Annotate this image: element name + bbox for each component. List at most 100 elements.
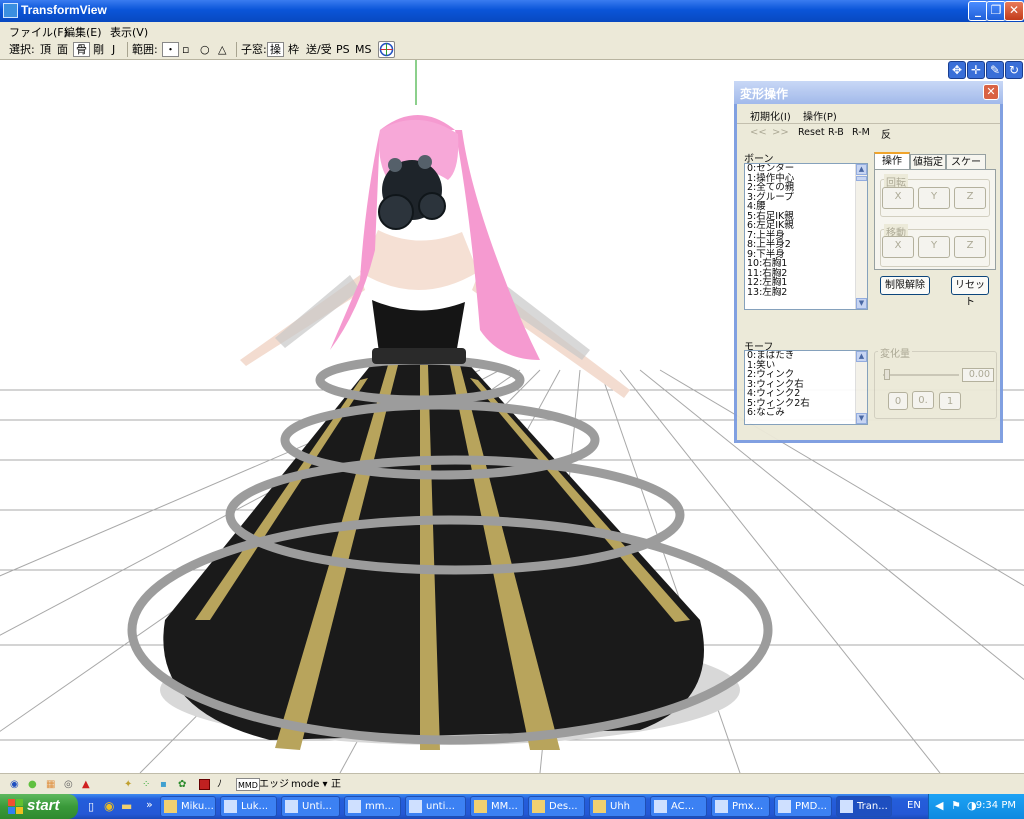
taskbar-item[interactable]: Pmx... (711, 796, 770, 817)
move-y-button[interactable]: Y (918, 236, 950, 258)
amount-value[interactable]: 0.00 (962, 368, 994, 382)
select-joint-button[interactable]: J (112, 42, 115, 57)
taskbar-item-label: Luk... (241, 801, 269, 812)
preset-0-button[interactable]: 0 (888, 392, 908, 410)
triangle-icon[interactable]: ▲ (82, 778, 90, 791)
range-point-button[interactable]: ・ (162, 42, 179, 57)
start-button[interactable]: start (0, 794, 78, 819)
task-app-icon (285, 800, 298, 813)
child-transform-button[interactable]: 操 (267, 42, 284, 57)
transform-dialog: 変形操作 ✕ 初期化(I) 操作(P) << >> Reset R-B R-M … (734, 81, 1003, 443)
limit-release-button[interactable]: 制限解除 (880, 276, 930, 295)
select-bone-button[interactable]: 骨 (73, 42, 90, 57)
bone-display-icon[interactable]: ✦ (124, 778, 132, 791)
tab-operation[interactable]: 操作 (874, 152, 910, 169)
maximize-button[interactable]: ❐ (986, 1, 1006, 21)
texture-icon[interactable]: ▦ (46, 778, 55, 791)
range-rect-button[interactable]: ▫ (182, 42, 189, 57)
bone-list[interactable]: 0:センター 1:操作中心 2:全ての親 3:グループ 4:腰 5:右足IK親 6:左足IK… (744, 163, 868, 310)
n-icon[interactable]: ﾉ (217, 778, 222, 791)
taskbar-item[interactable]: Uhh (589, 796, 646, 817)
globe-icon[interactable] (378, 41, 395, 58)
move-x-button[interactable]: X (882, 236, 914, 258)
menu-file[interactable]: ファイル(F) (9, 24, 68, 40)
start-label: start (27, 797, 60, 814)
amount-slider[interactable] (883, 374, 959, 376)
preset-1-button[interactable]: 1 (939, 392, 961, 410)
reset-bone-button[interactable]: R-B (828, 127, 844, 138)
reset-values-button[interactable]: リセット (951, 276, 989, 308)
taskbar-item[interactable]: Miku... (160, 796, 216, 817)
quicklaunch-icon[interactable]: ▯ (88, 800, 94, 813)
taskbar-item[interactable]: MM... (470, 796, 524, 817)
light-icon[interactable]: ● (28, 778, 37, 791)
taskbar-item[interactable]: AC... (650, 796, 707, 817)
ik-icon[interactable]: ⁘ (142, 778, 150, 791)
folder-icon[interactable]: ▬ (121, 799, 132, 813)
morph-list-scrollbar[interactable]: ▲ ▼ (855, 351, 867, 424)
edge-label[interactable]: エッジ (259, 778, 289, 791)
view-pen-icon[interactable]: ✎ (986, 61, 1004, 79)
rotate-x-button[interactable]: X (882, 187, 914, 209)
more-icon[interactable]: » (146, 798, 153, 811)
select-face-button[interactable]: 面 (57, 42, 68, 57)
dialog-menu-init[interactable]: 初期化(I) (750, 108, 791, 123)
prev-bone-button[interactable]: << (750, 127, 767, 138)
child-sendrecv-button[interactable]: 送/受 (306, 42, 332, 57)
minimize-button[interactable]: _ (968, 1, 988, 21)
child-frame-button[interactable]: 枠 (288, 42, 299, 57)
tab-value[interactable]: 値指定 (910, 154, 946, 169)
vertex-icon[interactable]: ◉ (10, 778, 19, 791)
dialog-menu-operation[interactable]: 操作(P) (803, 108, 837, 123)
task-app-icon (348, 800, 361, 813)
reset-button[interactable]: Reset (798, 127, 825, 138)
taskbar-item[interactable]: Tran... (836, 796, 892, 817)
next-bone-button[interactable]: >> (772, 127, 789, 138)
target-icon[interactable]: ◎ (64, 778, 73, 791)
bone-list-scrollbar[interactable]: ▲ ▼ (855, 164, 867, 309)
color-icon[interactable] (199, 779, 210, 790)
taskbar-item[interactable]: Luk... (220, 796, 277, 817)
bone-list-item[interactable]: 13:左胸2 (745, 287, 867, 298)
range-circle-button[interactable]: ○ (200, 42, 210, 57)
material-icon[interactable]: ▪ (160, 778, 167, 791)
menu-edit[interactable]: 編集(E) (64, 24, 102, 40)
view-pan-icon[interactable]: ✛ (967, 61, 985, 79)
dialog-title: 変形操作 (740, 87, 789, 101)
close-button[interactable]: ✕ (1004, 1, 1024, 21)
amount-slider-thumb[interactable] (884, 369, 890, 380)
chrome-icon[interactable]: ◉ (104, 799, 114, 813)
taskbar-item[interactable]: unti... (405, 796, 466, 817)
taskbar-item[interactable]: Unti... (281, 796, 340, 817)
taskbar-item[interactable]: mm... (344, 796, 401, 817)
preset-mid-button[interactable]: 0. (912, 391, 934, 409)
select-rigid-button[interactable]: 剛 (93, 42, 104, 57)
morph-list[interactable]: 0:まばたき 1:笑い 2:ウィンク 3:ウィンク右 4:ウィンク2 5:ウィンク2右 6:… (744, 350, 868, 425)
rotate-y-button[interactable]: Y (918, 187, 950, 209)
range-triangle-button[interactable]: △ (218, 42, 226, 57)
network-icon[interactable]: ⚑ (951, 799, 961, 812)
clock: 9:34 PM (975, 800, 1016, 811)
language-indicator[interactable]: EN (907, 800, 921, 811)
view-rotate-icon[interactable]: ↻ (1005, 61, 1023, 79)
rigid-display-icon[interactable]: ✿ (178, 778, 186, 791)
select-vertex-button[interactable]: 頂 (40, 42, 51, 57)
menu-view[interactable]: 表示(V) (110, 24, 148, 40)
tray-arrow-icon[interactable]: ◀ (935, 799, 943, 812)
mmd-icon[interactable]: MMD (236, 778, 260, 791)
mode-dropdown[interactable]: mode ▾ (291, 778, 328, 791)
morph-list-item[interactable]: 6:なごみ (745, 408, 867, 418)
taskbar-item[interactable]: Des... (528, 796, 585, 817)
task-app-icon (654, 800, 667, 813)
view-move-icon[interactable]: ✥ (948, 61, 966, 79)
taskbar-item[interactable]: PMD... (774, 796, 832, 817)
flip-button[interactable]: 反 (881, 126, 891, 141)
rotate-z-button[interactable]: Z (954, 187, 986, 209)
move-z-button[interactable]: Z (954, 236, 986, 258)
tab-scale[interactable]: スケール (946, 154, 986, 183)
dialog-close-button[interactable]: ✕ (983, 84, 999, 100)
reset-morph-button[interactable]: R-M (852, 127, 870, 138)
positive-button[interactable]: 正 (331, 778, 341, 791)
child-ps-button[interactable]: PS (336, 42, 350, 57)
child-ms-button[interactable]: MS (355, 42, 371, 57)
